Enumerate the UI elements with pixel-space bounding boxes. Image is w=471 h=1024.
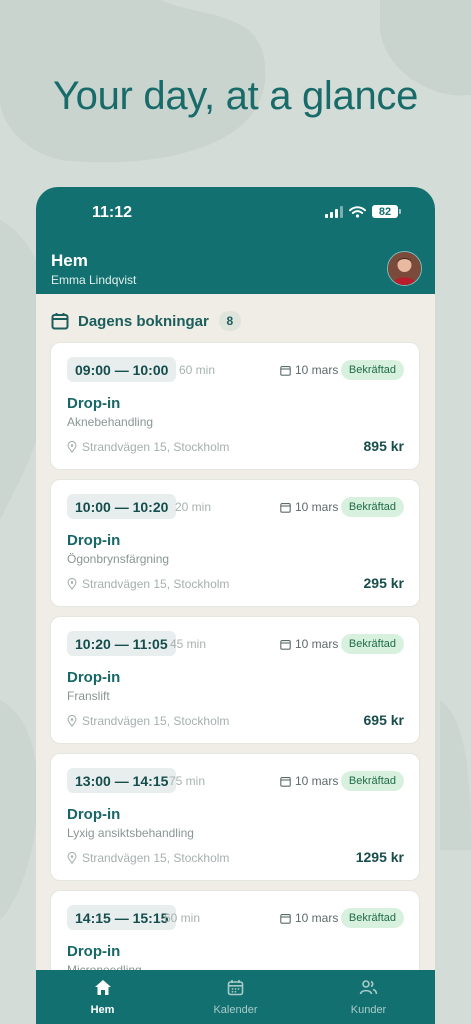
booking-duration: 20 min (175, 500, 212, 514)
phone-frame: 11:12 82 Hem Emma Lindqvist Dagens bokni… (36, 187, 435, 1024)
booking-location: Strandvägen 15, Stockholm (67, 577, 229, 591)
booking-time: 13:00 — 14:15 (67, 768, 177, 793)
booking-date-label: 10 mars (295, 363, 339, 377)
booking-card[interactable]: 13:00 — 14:15 75 min 10 mars Bekräftad Drop-… (50, 753, 420, 881)
booking-service: Microneedling (67, 963, 142, 970)
booking-duration: 60 min (179, 363, 216, 377)
tab-kunder[interactable]: Kunder (302, 970, 435, 1024)
calendar-small-icon (280, 502, 291, 513)
booking-date: 10 mars (280, 637, 338, 651)
user-name: Emma Lindqvist (51, 273, 137, 287)
booking-date: 10 mars (280, 774, 338, 788)
booking-location: Strandvägen 15, Stockholm (67, 440, 229, 454)
battery-icon (399, 209, 401, 214)
location-pin-icon (67, 852, 77, 864)
booking-date: 10 mars (280, 911, 338, 925)
calendar-small-icon (280, 913, 291, 924)
booking-service: Aknebehandling (67, 415, 154, 429)
booking-date: 10 mars (280, 500, 338, 514)
booking-location-label: Strandvägen 15, Stockholm (82, 440, 230, 454)
tab-hem[interactable]: Hem (36, 970, 169, 1024)
booking-card[interactable]: 10:00 — 10:20 20 min 10 mars Bekräftad Drop-… (50, 479, 420, 607)
booking-price: 1295 kr (355, 849, 404, 865)
status-badge: Bekräftad (340, 634, 404, 654)
status-badge: Bekräftad (340, 771, 404, 791)
signal-icon (325, 205, 343, 218)
booking-location: Strandvägen 15, Stockholm (67, 714, 229, 728)
location-pin-icon (67, 715, 77, 727)
booking-card[interactable]: 14:15 — 15:15 60 min 10 mars Bekräftad Drop-… (50, 890, 420, 970)
battery-indicator: 82 (372, 205, 398, 218)
calendar-small-icon (280, 365, 291, 376)
tab-bar: Hem Kalender Kunder (36, 970, 435, 1024)
booking-date: 10 mars (280, 363, 338, 377)
status-badge: Bekräftad (340, 497, 404, 517)
booking-duration: 75 min (169, 774, 206, 788)
booking-card[interactable]: 10:20 — 11:05 45 min 10 mars Bekräftad Drop-… (50, 616, 420, 744)
app-header: 11:12 82 Hem Emma Lindqvist (36, 187, 435, 294)
booking-time: 14:15 — 15:15 (67, 905, 177, 930)
booking-title: Drop-in (67, 395, 121, 412)
booking-price: 295 kr (363, 575, 404, 591)
content-area[interactable]: Dagens bokningar 8 09:00 — 10:00 60 min 10… (36, 294, 435, 970)
booking-title: Drop-in (67, 806, 121, 823)
booking-date-label: 10 mars (295, 911, 339, 925)
booking-list: 09:00 — 10:00 60 min 10 mars Bekräftad Drop-… (50, 342, 420, 970)
location-pin-icon (67, 441, 77, 453)
booking-location-label: Strandvägen 15, Stockholm (82, 577, 230, 591)
booking-price: 695 kr (363, 712, 404, 728)
booking-time: 09:00 — 10:00 (67, 357, 177, 382)
booking-date-label: 10 mars (295, 637, 339, 651)
tab-label: Hem (90, 1004, 115, 1016)
booking-location-label: Strandvägen 15, Stockholm (82, 714, 230, 728)
calendar-icon (51, 313, 69, 330)
booking-duration: 45 min (170, 637, 207, 651)
booking-service: Franslift (67, 689, 110, 703)
calendar-icon (227, 979, 244, 1000)
booking-date-label: 10 mars (295, 774, 339, 788)
booking-time: 10:00 — 10:20 (67, 494, 177, 519)
wifi-icon (349, 205, 366, 218)
calendar-small-icon (280, 639, 291, 650)
avatar[interactable] (387, 251, 422, 286)
page-title: Hem (51, 251, 88, 270)
home-icon (94, 979, 112, 1000)
booking-location: Strandvägen 15, Stockholm (67, 851, 229, 865)
booking-card[interactable]: 09:00 — 10:00 60 min 10 mars Bekräftad Drop-… (50, 342, 420, 470)
status-icons: 82 (325, 205, 401, 218)
booking-title: Drop-in (67, 943, 121, 960)
status-time: 11:12 (92, 204, 133, 221)
tab-label: Kunder (350, 1004, 387, 1016)
status-badge: Bekräftad (340, 908, 404, 928)
booking-time: 10:20 — 11:05 (67, 631, 176, 656)
booking-title: Drop-in (67, 532, 121, 549)
calendar-small-icon (280, 776, 291, 787)
booking-service: Ögonbrynsfärgning (67, 552, 170, 566)
users-icon (359, 979, 378, 1000)
location-pin-icon (67, 578, 77, 590)
status-badge: Bekräftad (340, 360, 404, 380)
tab-kalender[interactable]: Kalender (169, 970, 302, 1024)
booking-price: 895 kr (363, 438, 404, 454)
booking-date-label: 10 mars (295, 500, 339, 514)
section-header: Dagens bokningar 8 (51, 311, 241, 331)
section-title: Dagens bokningar (78, 312, 209, 330)
booking-location-label: Strandvägen 15, Stockholm (82, 851, 230, 865)
booking-duration: 60 min (164, 911, 201, 925)
tab-label: Kalender (213, 1004, 258, 1016)
booking-title: Drop-in (67, 669, 121, 686)
headline: Your day, at a glance (52, 74, 419, 118)
booking-service: Lyxig ansiktsbehandling (67, 826, 194, 840)
booking-count-badge: 8 (218, 311, 241, 331)
